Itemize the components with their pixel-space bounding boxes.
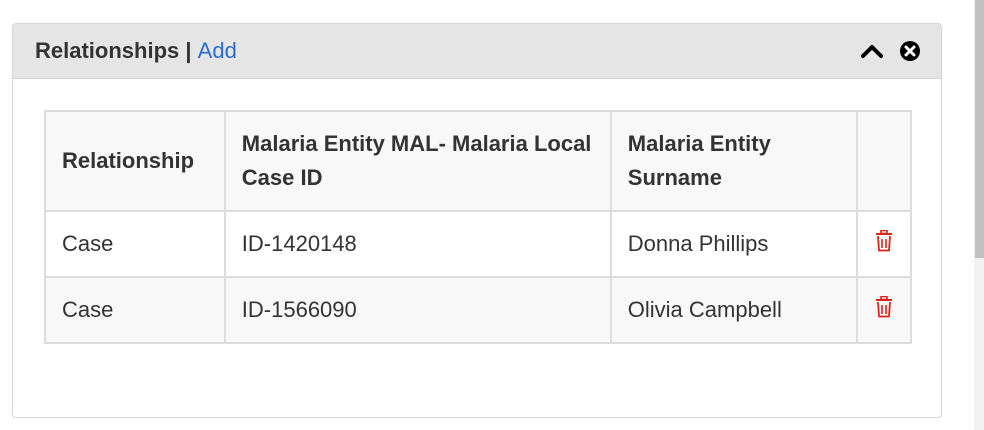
trash-icon[interactable] [875,229,893,258]
trash-icon[interactable] [875,295,893,324]
cell-local-case-id: ID-1566090 [223,276,612,344]
close-circle-icon[interactable] [899,40,921,62]
scrollbar-thumb[interactable] [975,0,984,258]
cell-actions [856,276,912,344]
cell-relationship: Case [44,210,226,278]
chevron-up-icon[interactable] [861,40,883,62]
relationships-table: Relationship Malaria Entity MAL- Malaria… [44,110,912,344]
title-separator: | [185,38,192,63]
panel-header-actions [861,40,921,62]
table-row: Case ID-1566090 Olivia Campbell [44,276,912,344]
cell-relationship: Case [44,276,226,344]
cell-actions [856,210,912,278]
cell-surname: Olivia Campbell [609,276,859,344]
table-header-row: Relationship Malaria Entity MAL- Malaria… [44,110,912,212]
relationships-panel: Relationships | Add Relationship Malaria… [12,23,942,418]
panel-header: Relationships | Add [13,24,941,79]
cell-local-case-id: ID-1420148 [223,210,612,278]
table-row: Case ID-1420148 Donna Phillips [44,210,912,278]
panel-title-text: Relationships [35,38,180,63]
column-header-surname: Malaria Entity Surname [609,110,859,212]
cell-surname: Donna Phillips [609,210,859,278]
column-header-local-case-id: Malaria Entity MAL- Malaria Local Case I… [223,110,612,212]
column-header-relationship: Relationship [44,110,226,212]
column-header-actions [856,110,912,212]
panel-title: Relationships | Add [35,38,237,64]
add-relationship-link[interactable]: Add [198,38,237,63]
